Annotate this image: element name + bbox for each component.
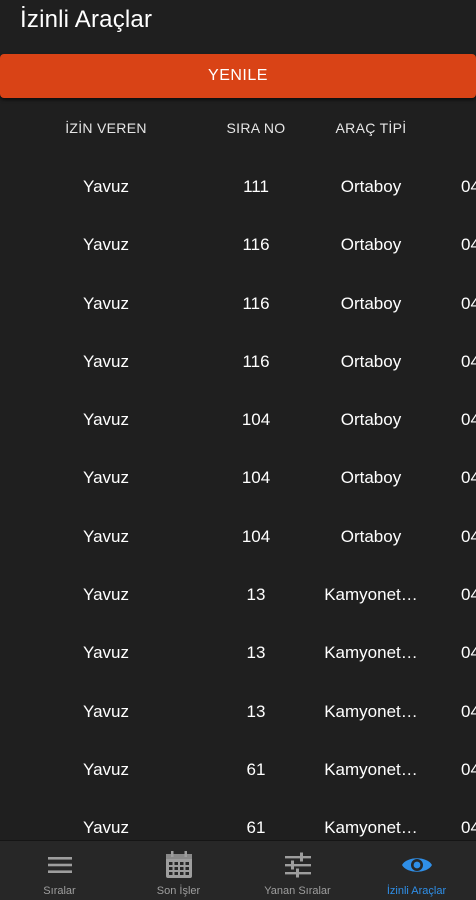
cell-extra: 04 [461, 818, 476, 838]
sliders-icon [284, 852, 311, 878]
cell-authorizer: Yavuz [83, 585, 129, 605]
table-row[interactable]: Yavuz 116 Ortaboy 04 [0, 275, 476, 333]
vehicle-table[interactable]: İZİN VEREN SIRA NO ARAÇ TİPİ Yavuz 111 Ort… [0, 98, 476, 840]
bottom-navigation: Sıralar Son İşler Yanan Sıralar İzinli A… [0, 840, 476, 900]
cell-extra: 04 [461, 235, 476, 255]
cell-authorizer: Yavuz [83, 643, 129, 663]
cell-queue-no: 61 [246, 759, 266, 779]
cell-authorizer: Yavuz [83, 818, 129, 838]
table-row[interactable]: Yavuz 116 Ortaboy 04 [0, 216, 476, 274]
cell-vehicle-type: Ortaboy [340, 293, 402, 313]
header-vehicle-type: ARAÇ TİPİ [335, 120, 407, 136]
nav-item-yanan-siralar[interactable]: Yanan Sıralar [238, 841, 357, 900]
cell-queue-no: 13 [246, 585, 266, 605]
refresh-button[interactable]: YENILE [0, 54, 476, 98]
cell-extra: 04 [461, 351, 476, 371]
table-row[interactable]: Yavuz 13 Kamyonet… 04 [0, 566, 476, 624]
table-row[interactable]: Yavuz 104 Ortaboy 04 [0, 508, 476, 566]
calendar-icon [165, 851, 192, 878]
cell-extra: 04 [461, 526, 476, 546]
cell-vehicle-type: Kamyonet… [324, 643, 418, 663]
cell-vehicle-type: Ortaboy [340, 351, 402, 371]
cell-extra: 04 [461, 293, 476, 313]
cell-extra: 04 [461, 410, 476, 430]
cell-queue-no: 104 [241, 526, 271, 546]
cell-authorizer: Yavuz [83, 177, 129, 196]
cell-authorizer: Yavuz [83, 526, 129, 546]
cell-vehicle-type: Kamyonet… [324, 585, 418, 605]
table-row[interactable]: Yavuz 116 Ortaboy 04 [0, 333, 476, 391]
table-row[interactable]: Yavuz 13 Kamyonet… 04 [0, 624, 476, 682]
menu-icon [47, 857, 72, 873]
cell-authorizer: Yavuz [83, 351, 129, 371]
header-authorizer: İZİN VEREN [65, 120, 147, 136]
cell-queue-no: 104 [241, 410, 271, 430]
cell-queue-no: 116 [242, 235, 270, 255]
cell-extra: 04 [461, 177, 476, 196]
cell-authorizer: Yavuz [83, 759, 129, 779]
cell-queue-no: 104 [241, 468, 271, 488]
table-body: Yavuz 111 Ortaboy 04 Yavuz 116 Ortaboy 04 Yavuz 1… [0, 158, 476, 840]
cell-authorizer: Yavuz [83, 701, 129, 721]
table-row[interactable]: Yavuz 111 Ortaboy 04 [0, 158, 476, 216]
nav-label-izinli-araclar: İzinli Araçlar [386, 885, 447, 897]
cell-vehicle-type: Kamyonet… [324, 818, 418, 838]
table-row[interactable]: Yavuz 61 Kamyonet… 04 [0, 741, 476, 799]
cell-authorizer: Yavuz [83, 235, 129, 255]
table-row[interactable]: Yavuz 61 Kamyonet… 04 [0, 799, 476, 840]
app-bar: İzinli Araçlar [0, 0, 476, 44]
nav-item-siralar[interactable]: Sıralar [0, 841, 119, 900]
table-row[interactable]: Yavuz 13 Kamyonet… 04 [0, 683, 476, 741]
nav-label-son-isler: Son İşler [156, 885, 201, 897]
app-screen: İzinli Araçlar YENILE İZİN VEREN SIRA NO… [0, 0, 476, 900]
header-queue-no: SIRA NO [226, 120, 286, 136]
cell-vehicle-type: Ortaboy [340, 177, 402, 196]
cell-vehicle-type: Ortaboy [340, 235, 402, 255]
cell-extra: 04 [461, 468, 476, 488]
cell-queue-no: 13 [246, 643, 266, 663]
cell-queue-no: 13 [246, 701, 266, 721]
eye-icon [401, 858, 432, 872]
cell-queue-no: 111 [243, 177, 269, 196]
table-row[interactable]: Yavuz 104 Ortaboy 04 [0, 449, 476, 507]
table-row[interactable]: Yavuz 104 Ortaboy 04 [0, 391, 476, 449]
cell-extra: 04 [461, 643, 476, 663]
cell-vehicle-type: Kamyonet… [324, 701, 418, 721]
cell-vehicle-type: Ortaboy [340, 468, 402, 488]
nav-label-yanan-siralar: Yanan Sıralar [264, 885, 331, 897]
nav-label-siralar: Sıralar [43, 885, 76, 897]
nav-item-izinli-araclar[interactable]: İzinli Araçlar [357, 841, 476, 900]
table-header: İZİN VEREN SIRA NO ARAÇ TİPİ [0, 98, 476, 158]
cell-queue-no: 116 [242, 293, 270, 313]
cell-queue-no: 116 [242, 351, 270, 371]
cell-authorizer: Yavuz [83, 293, 129, 313]
cell-vehicle-type: Ortaboy [340, 526, 402, 546]
cell-extra: 04 [461, 585, 476, 605]
page-title: İzinli Araçlar [20, 6, 153, 33]
cell-extra: 04 [461, 701, 476, 721]
cell-vehicle-type: Ortaboy [340, 410, 402, 430]
nav-item-son-isler[interactable]: Son İşler [119, 841, 238, 900]
cell-authorizer: Yavuz [83, 410, 129, 430]
cell-authorizer: Yavuz [83, 468, 129, 488]
cell-extra: 04 [461, 759, 476, 779]
cell-vehicle-type: Kamyonet… [324, 759, 418, 779]
cell-queue-no: 61 [246, 818, 266, 838]
